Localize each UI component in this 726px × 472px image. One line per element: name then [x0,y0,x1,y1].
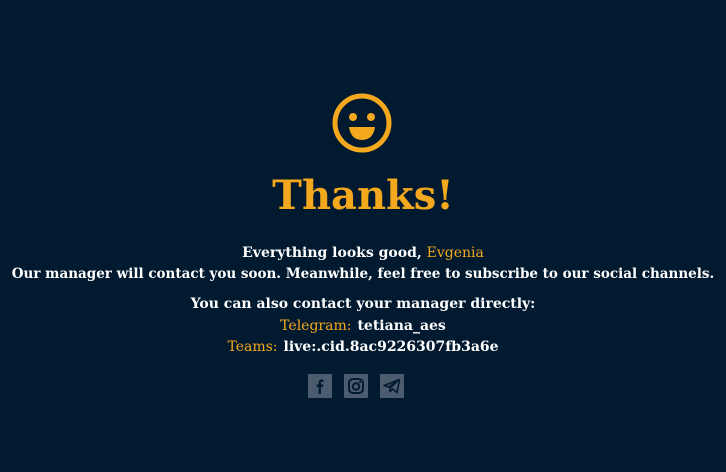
telegram-label: Telegram: [280,318,352,334]
telegram-icon[interactable] [380,374,404,398]
page-title: Thanks! [272,172,454,219]
facebook-icon[interactable] [308,374,332,398]
user-name: Evgenia [426,245,484,261]
telegram-contact: Telegram: tetiana_aes [0,317,726,335]
thank-you-page: Thanks! Everything looks good, Evgenia O… [0,0,726,472]
teams-contact: Teams: live:.cid.8ac9226307fb3a6e [0,338,726,356]
social-links [308,374,404,398]
greeting-text: Everything looks good, [242,245,422,261]
telegram-value[interactable]: tetiana_aes [357,318,445,334]
instagram-icon[interactable] [344,374,368,398]
subscribe-message: Our manager will contact you soon. Meanw… [11,266,715,282]
contact-intro: You can also contact your manager direct… [190,296,536,312]
teams-value[interactable]: live:.cid.8ac9226307fb3a6e [284,339,499,355]
smiley-icon [332,93,392,153]
teams-label: Teams: [227,339,278,355]
greeting-line: Everything looks good, Evgenia [0,244,726,262]
